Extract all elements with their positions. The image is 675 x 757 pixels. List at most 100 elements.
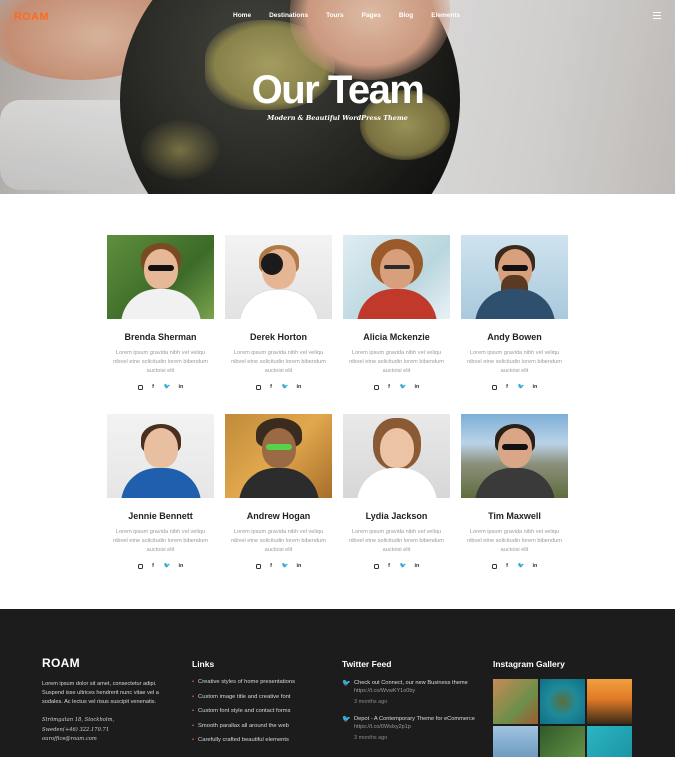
footer-address: Strömgatan 18, Stockholm, Sweden(+46) 32… [42, 716, 172, 745]
twitter-icon[interactable]: 🐦 [164, 563, 171, 569]
linkedin-icon[interactable]: in [414, 384, 419, 390]
facebook-icon[interactable]: f [269, 384, 274, 390]
twitter-icon[interactable]: 🐦 [518, 384, 525, 390]
tweet-link[interactable]: https://t.co/WvwKY1o0by [354, 687, 482, 695]
team-member-socials: f 🐦 in [225, 384, 332, 390]
linkedin-icon[interactable]: in [296, 563, 301, 569]
facebook-icon[interactable]: f [505, 563, 510, 569]
team-member-photo[interactable] [461, 235, 568, 319]
team-member-bio: Lorem ipsum gravida nibh vel veliqu nibv… [467, 529, 562, 553]
linkedin-icon[interactable]: in [178, 563, 183, 569]
footer-link[interactable]: Custom image title and creative font [192, 694, 295, 700]
linkedin-icon[interactable]: in [296, 384, 301, 390]
team-member-name: Andy Bowen [487, 332, 542, 342]
facebook-icon[interactable]: f [505, 384, 510, 390]
instagram-icon[interactable] [255, 564, 261, 569]
instagram-heading: Instagram Gallery [493, 659, 565, 669]
team-member-name: Andrew Hogan [246, 511, 311, 521]
footer-about-text: Lorem ipsum dolor sit amet, consectetur … [42, 681, 159, 705]
instagram-icon[interactable] [137, 385, 143, 390]
nav-item-pages[interactable]: Pages [362, 12, 381, 19]
team-member-photo[interactable] [225, 235, 332, 319]
links-heading: Links [192, 659, 215, 669]
footer-logo[interactable]: ROAM [42, 656, 80, 670]
instagram-thumb[interactable] [493, 679, 538, 724]
instagram-thumb[interactable] [493, 726, 538, 757]
twitter-icon[interactable]: 🐦 [400, 563, 407, 569]
team-card: Jennie Bennett Lorem ipsum gravida nibh … [107, 414, 214, 569]
instagram-gallery [493, 679, 633, 757]
team-member-photo[interactable] [225, 414, 332, 498]
instagram-icon[interactable] [491, 564, 497, 569]
team-member-name: Alicia Mckenzie [363, 332, 430, 342]
twitter-icon[interactable]: 🐦 [400, 384, 407, 390]
linkedin-icon[interactable]: in [178, 384, 183, 390]
team-member-socials: f 🐦 in [107, 384, 214, 390]
instagram-thumb[interactable] [540, 679, 585, 724]
team-member-photo[interactable] [107, 235, 214, 319]
team-member-bio: Lorem ipsum gravida nibh vel veliqu nibv… [113, 350, 208, 374]
team-card: Tim Maxwell Lorem ipsum gravida nibh vel… [461, 414, 568, 569]
team-member-photo[interactable] [343, 414, 450, 498]
hero-banner: ROAM Home Destinations Tours Pages Blog … [0, 0, 675, 194]
tweet: 🐦 Depot - A Contemporary Theme for eComm… [342, 715, 482, 741]
instagram-icon[interactable] [137, 564, 143, 569]
footer-links: Creative styles of home presentations Cu… [192, 679, 295, 752]
team-member-socials: f 🐦 in [461, 384, 568, 390]
instagram-icon[interactable] [373, 564, 379, 569]
nav-item-elements[interactable]: Elements [431, 12, 460, 19]
nav-item-destinations[interactable]: Destinations [269, 12, 308, 19]
team-member-socials: f 🐦 in [461, 563, 568, 569]
instagram-thumb[interactable] [587, 679, 632, 724]
twitter-icon[interactable]: 🐦 [518, 563, 525, 569]
twitter-icon[interactable]: 🐦 [282, 563, 289, 569]
team-member-name: Tim Maxwell [488, 511, 541, 521]
address-line[interactable]: ourofﬁce@roam.com [42, 735, 172, 745]
team-card: Brenda Sherman Lorem ipsum gravida nibh … [107, 235, 214, 390]
team-card: Derek Horton Lorem ipsum gravida nibh ve… [225, 235, 332, 390]
footer-link[interactable]: Creative styles of home presentations [192, 679, 295, 685]
team-member-bio: Lorem ipsum gravida nibh vel veliqu nibv… [349, 350, 444, 374]
footer-link[interactable]: Custom font style and contact forms [192, 708, 295, 714]
facebook-icon[interactable]: f [151, 563, 156, 569]
nav-item-home[interactable]: Home [233, 12, 251, 19]
facebook-icon[interactable]: f [269, 563, 274, 569]
team-member-bio: Lorem ipsum gravida nibh vel veliqu nibv… [349, 529, 444, 553]
footer-link[interactable]: Smooth parallax all around the web [192, 723, 295, 729]
tweet: 🐦 Check out Connect, our new Business th… [342, 679, 482, 705]
instagram-thumb[interactable] [587, 726, 632, 757]
page-subtitle: Modern & Beautiful WordPress Theme [267, 114, 408, 122]
facebook-icon[interactable]: f [151, 384, 156, 390]
team-member-photo[interactable] [461, 414, 568, 498]
facebook-icon[interactable]: f [387, 563, 392, 569]
twitter-icon[interactable]: 🐦 [282, 384, 289, 390]
team-member-name: Derek Horton [249, 332, 307, 342]
team-member-photo[interactable] [107, 414, 214, 498]
instagram-thumb[interactable] [540, 726, 585, 757]
linkedin-icon[interactable]: in [532, 384, 537, 390]
facebook-icon[interactable]: f [387, 384, 392, 390]
page-title: Our Team [251, 68, 425, 112]
team-member-socials: f 🐦 in [225, 563, 332, 569]
tweet-link[interactable]: https://t.co/0Wslxy2p1p [354, 723, 482, 731]
hamburger-icon[interactable] [653, 12, 661, 19]
footer-link[interactable]: Carefully crafted beautiful elements [192, 737, 295, 743]
twitter-icon[interactable]: 🐦 [164, 384, 171, 390]
tweet-time: 3 months ago [354, 735, 388, 741]
instagram-icon[interactable] [491, 385, 497, 390]
team-card: Andy Bowen Lorem ipsum gravida nibh vel … [461, 235, 568, 390]
team-member-bio: Lorem ipsum gravida nibh vel veliqu nibv… [113, 529, 208, 553]
twitter-bird-icon: 🐦 [342, 716, 351, 723]
nav-item-blog[interactable]: Blog [399, 12, 413, 19]
linkedin-icon[interactable]: in [414, 563, 419, 569]
linkedin-icon[interactable]: in [532, 563, 537, 569]
team-member-photo[interactable] [343, 235, 450, 319]
team-member-socials: f 🐦 in [343, 384, 450, 390]
instagram-icon[interactable] [373, 385, 379, 390]
team-card: Andrew Hogan Lorem ipsum gravida nibh ve… [225, 414, 332, 569]
instagram-icon[interactable] [255, 385, 261, 390]
team-card: Alicia Mckenzie Lorem ipsum gravida nibh… [343, 235, 450, 390]
nav-item-tours[interactable]: Tours [326, 12, 344, 19]
site-logo[interactable]: ROAM [14, 11, 49, 23]
team-member-name: Lydia Jackson [365, 511, 428, 521]
